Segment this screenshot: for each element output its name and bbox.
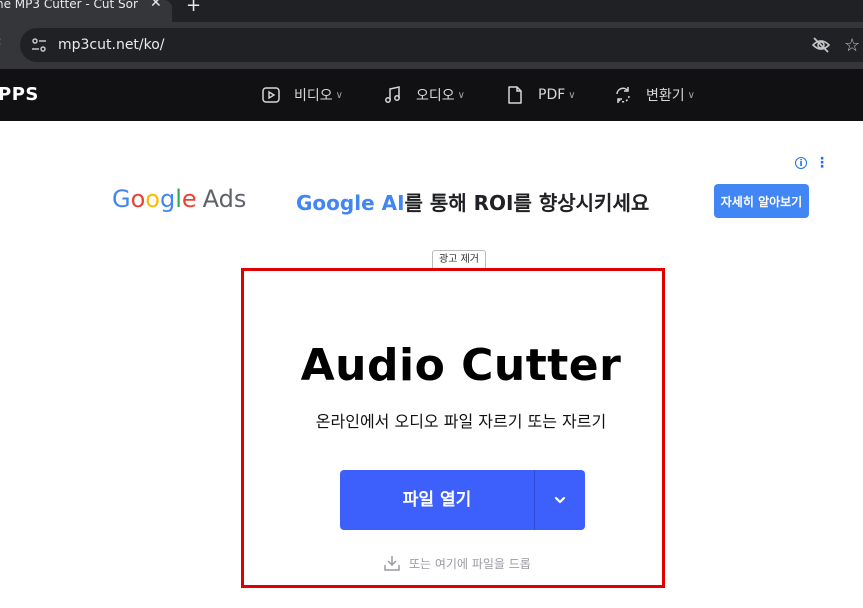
- logo-suffix: Ads: [202, 185, 247, 213]
- ad-info-icon[interactable]: i: [795, 157, 807, 169]
- logo-letter: g: [159, 185, 176, 213]
- open-file-button-group: 파일 열기: [340, 470, 585, 530]
- ad-headline-highlight: Google AI: [296, 191, 405, 215]
- ad-more-icon[interactable]: ⋮: [815, 155, 829, 171]
- logo-letter: o: [145, 185, 160, 213]
- drop-zone-hint[interactable]: 또는 여기에 파일을 드롭: [383, 554, 531, 572]
- open-file-button[interactable]: 파일 열기: [340, 470, 534, 530]
- chevron-down-icon: ∨: [687, 89, 695, 101]
- nav-menu-converter[interactable]: 변환기 ∨: [613, 69, 695, 121]
- remove-ads-button[interactable]: 광고 제거: [432, 250, 486, 270]
- music-note-icon: [385, 86, 400, 103]
- url-text[interactable]: mp3cut.net/ko/: [58, 37, 165, 53]
- tab-title: ne MP3 Cutter - Cut Song: [0, 0, 138, 10]
- download-icon: [384, 556, 400, 571]
- nav-menu-label: 비디오: [294, 88, 333, 104]
- reload-icon[interactable]: ‹: [0, 34, 2, 50]
- open-source-dropdown[interactable]: [535, 470, 585, 530]
- address-bar[interactable]: mp3cut.net/ko/ ☆: [20, 28, 863, 62]
- convert-icon: [616, 87, 630, 103]
- logo-letter: G: [112, 185, 131, 213]
- ad-headline-rest: 를 통해 ROI를 향상시키세요: [404, 191, 650, 215]
- site-logo[interactable]: PPS: [0, 84, 39, 105]
- drop-zone-text: 또는 여기에 파일을 드롭: [409, 556, 531, 571]
- logo-letter: e: [181, 185, 197, 213]
- new-tab-icon[interactable]: +: [186, 0, 201, 16]
- eye-off-icon[interactable]: [811, 36, 831, 54]
- nav-menu-label: 오디오: [416, 88, 455, 104]
- logo-letter: o: [130, 185, 146, 213]
- site-settings-icon[interactable]: [31, 37, 47, 53]
- nav-menu-pdf[interactable]: PDF ∨: [505, 69, 576, 121]
- ad-headline[interactable]: Google AI를 통해 ROI를 향상시키세요: [296, 187, 649, 216]
- chevron-down-icon: ∨: [457, 89, 465, 101]
- logo-letter: l: [175, 185, 182, 213]
- chevron-down-icon: ∨: [568, 89, 576, 101]
- ad-learn-more-button[interactable]: 자세히 알아보기: [714, 184, 809, 218]
- nav-menu-label: PDF: [538, 87, 566, 103]
- nav-menu-audio[interactable]: 오디오 ∨: [383, 69, 465, 121]
- bookmark-star-icon[interactable]: ☆: [844, 35, 860, 56]
- nav-menu-label: 변환기: [646, 88, 685, 104]
- site-header: PPS 비디오 ∨ 오디오 ∨ PDF ∨ 변환기 ∨: [0, 69, 863, 121]
- video-icon: [262, 87, 280, 103]
- tab-close-icon[interactable]: ✕: [150, 0, 162, 10]
- chevron-down-icon: [554, 496, 566, 504]
- google-ads-logo: Google Ads: [112, 185, 246, 213]
- browser-toolbar: ‹ mp3cut.net/ko/ ☆: [0, 22, 863, 69]
- nav-menu-video[interactable]: 비디오 ∨: [261, 69, 343, 121]
- browser-tab-strip: ne MP3 Cutter - Cut Song ✕ +: [0, 0, 863, 22]
- browser-tab[interactable]: ne MP3 Cutter - Cut Song ✕: [0, 0, 172, 22]
- chevron-down-icon: ∨: [335, 89, 343, 101]
- page-subtitle: 온라인에서 오디오 파일 자르기 또는 자르기: [315, 412, 607, 431]
- page-title: Audio Cutter: [300, 340, 622, 391]
- document-icon: [508, 86, 522, 104]
